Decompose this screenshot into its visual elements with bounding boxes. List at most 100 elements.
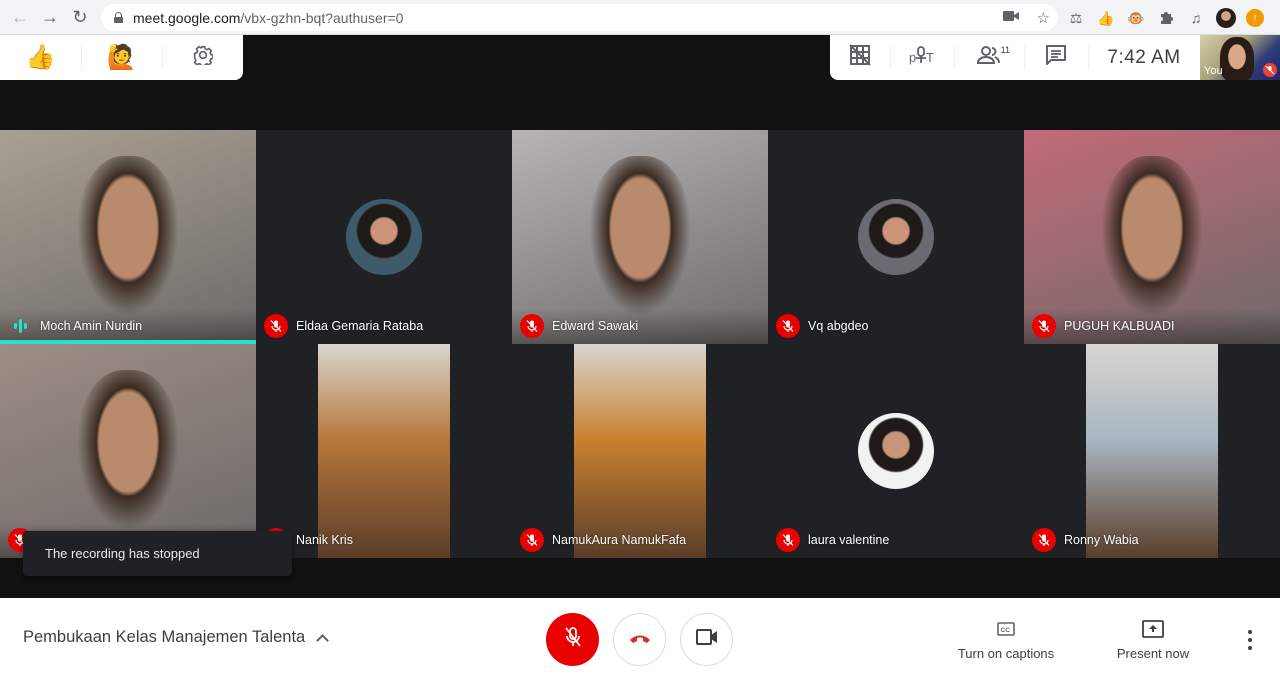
participant-tile[interactable]: laura valentine — [768, 344, 1024, 558]
participant-name: Eldaa Gemaria Rataba — [296, 319, 424, 333]
participant-avatar — [346, 199, 422, 275]
thumbs-up-icon: 👍 — [25, 44, 56, 71]
participant-video — [588, 155, 692, 317]
mic-muted-icon — [264, 314, 288, 338]
participant-name: Vq abgdeo — [808, 319, 869, 333]
reactions-panel: 👍 🙋 — [0, 35, 243, 80]
thumbs-up-extension-icon[interactable]: 👍 — [1096, 8, 1116, 28]
chevron-up-icon — [316, 633, 330, 647]
pip-button[interactable]: pT — [890, 35, 954, 80]
settings-button[interactable] — [162, 35, 243, 80]
raise-hand-icon: 🙋 — [106, 44, 137, 71]
svg-text:T: T — [926, 50, 934, 65]
participant-name: Edward Sawaki — [552, 319, 639, 333]
media-queue-icon[interactable]: ♫ — [1186, 8, 1206, 28]
puzzle-extensions-icon[interactable] — [1156, 8, 1176, 28]
recording-stopped-toast: The recording has stopped — [23, 531, 292, 576]
mic-muted-icon — [520, 314, 544, 338]
raise-hand-button[interactable]: 🙋 — [81, 35, 162, 80]
bookmark-star-icon[interactable]: ☆ — [1037, 9, 1050, 27]
mic-off-icon — [1263, 63, 1277, 77]
mic-muted-icon — [776, 314, 800, 338]
update-icon[interactable]: ↑ — [1246, 9, 1264, 27]
address-bar[interactable]: meet.google.com/vbx-gzhn-bqt?authuser=0 … — [101, 4, 1058, 31]
participant-avatar — [858, 413, 934, 489]
mic-muted-icon — [520, 528, 544, 552]
participant-name: laura valentine — [808, 533, 890, 547]
participant-name: NamukAura NamukFafa — [552, 533, 687, 547]
participant-name-bar: Eldaa Gemaria Rataba — [256, 308, 512, 344]
dot — [1248, 630, 1252, 634]
meeting-details-toggle[interactable]: Pembukaan Kelas Manajemen Talenta — [23, 628, 330, 647]
meeting-title: Pembukaan Kelas Manajemen Talenta — [23, 628, 306, 646]
participants-button[interactable]: 11 — [954, 35, 1024, 80]
chat-button[interactable] — [1024, 35, 1088, 80]
participant-tile[interactable] — [0, 344, 256, 558]
speaking-indicator-icon — [8, 314, 32, 338]
meeting-info-panel: pT 11 7:42 AM — [830, 35, 1200, 80]
participant-video — [76, 155, 180, 317]
participant-tile[interactable]: Eldaa Gemaria Rataba — [256, 130, 512, 344]
self-view-tile[interactable]: You — [1200, 35, 1280, 80]
profile-avatar[interactable] — [1216, 8, 1236, 28]
participant-name-bar: PUGUH KALBUADI — [1024, 308, 1280, 344]
reload-icon[interactable]: ↻ — [65, 2, 95, 32]
browser-toolbar: ← → ↻ meet.google.com/vbx-gzhn-bqt?authu… — [0, 0, 1280, 35]
participant-grid: Moch Amin Nurdin Eldaa Gemaria Rataba Edwa… — [0, 130, 1280, 558]
participant-video — [1100, 155, 1204, 317]
monkey-extension-icon[interactable]: 🐵 — [1126, 8, 1146, 28]
participant-name-bar: Moch Amin Nurdin — [0, 308, 256, 344]
present-label: Present now — [1116, 646, 1190, 661]
present-now-button[interactable]: Present now — [1107, 618, 1199, 661]
microphone-toggle-button[interactable] — [546, 613, 599, 666]
self-label: You — [1204, 65, 1223, 77]
chat-icon — [1045, 44, 1067, 71]
participant-name-bar: Edward Sawaki — [512, 308, 768, 344]
extension-icon[interactable]: ⚖ — [1066, 8, 1086, 28]
mic-muted-icon — [776, 528, 800, 552]
lock-icon[interactable] — [114, 12, 123, 23]
video-camera-icon — [695, 629, 718, 650]
closed-captions-icon: CC — [997, 618, 1015, 640]
settings-gear-icon — [193, 45, 214, 71]
grid-off-icon — [849, 44, 871, 71]
mic-muted-icon — [1032, 314, 1056, 338]
pin-participant-icon: pT — [909, 45, 935, 70]
camera-toggle-button[interactable] — [680, 613, 733, 666]
present-screen-icon — [1142, 618, 1164, 640]
clock: 7:42 AM — [1088, 35, 1200, 80]
participant-tile[interactable]: Edward Sawaki — [512, 130, 768, 344]
participant-name-bar: NamukAura NamukFafa — [512, 522, 768, 558]
participant-tile[interactable]: PUGUH KALBUADI — [1024, 130, 1280, 344]
turn-on-captions-button[interactable]: CC Turn on captions — [950, 618, 1062, 661]
participant-tile[interactable]: Moch Amin Nurdin — [0, 130, 256, 344]
back-icon[interactable]: ← — [5, 2, 35, 32]
call-controls-bar: Pembukaan Kelas Manajemen Talenta CC Tur… — [0, 598, 1280, 681]
hang-up-phone-icon — [628, 631, 652, 649]
participant-name-bar: Nanik Kris — [256, 522, 512, 558]
participant-tile[interactable]: Ronny Wabia — [1024, 344, 1280, 558]
participant-count: 11 — [1000, 45, 1010, 55]
url-text[interactable]: meet.google.com/vbx-gzhn-bqt?authuser=0 — [133, 10, 403, 26]
participant-name: Nanik Kris — [296, 533, 353, 547]
clock-time: 7:42 AM — [1107, 46, 1181, 68]
captions-label: Turn on captions — [957, 646, 1055, 661]
dot — [1248, 646, 1252, 650]
participant-tile[interactable]: Nanik Kris — [256, 344, 512, 558]
toast-message: The recording has stopped — [45, 546, 200, 561]
participant-name-bar: Vq abgdeo — [768, 308, 1024, 344]
camera-icon[interactable] — [1002, 9, 1019, 26]
participant-name: PUGUH KALBUADI — [1064, 319, 1175, 333]
people-icon — [976, 45, 1001, 70]
more-options-button[interactable] — [1240, 628, 1260, 652]
participant-tile[interactable]: NamukAura NamukFafa — [512, 344, 768, 558]
svg-text:CC: CC — [1001, 627, 1011, 634]
participant-tile[interactable]: Vq abgdeo — [768, 130, 1024, 344]
mic-off-icon — [563, 626, 583, 653]
leave-call-button[interactable] — [613, 613, 666, 666]
forward-icon[interactable]: → — [35, 2, 65, 32]
layout-button[interactable] — [830, 35, 890, 80]
participant-name-bar: Ronny Wabia — [1024, 522, 1280, 558]
participant-name: Moch Amin Nurdin — [40, 319, 143, 333]
thumbs-up-button[interactable]: 👍 — [0, 35, 81, 80]
